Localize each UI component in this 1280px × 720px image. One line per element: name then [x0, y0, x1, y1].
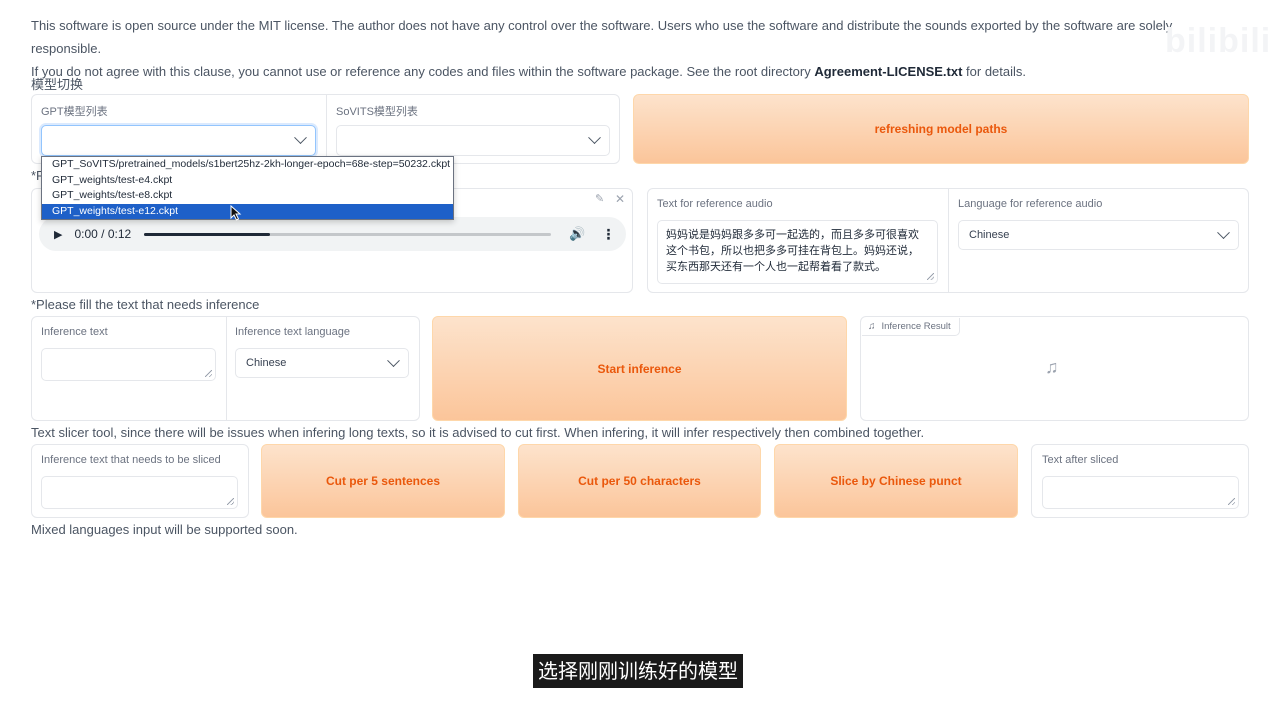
gpt-model-option[interactable]: GPT_weights/test-e8.ckpt	[42, 188, 453, 204]
slicer-section-label: Text slicer tool, since there will be is…	[31, 425, 925, 440]
chevron-down-icon	[588, 131, 601, 145]
reference-text-input[interactable]: 妈妈说是妈妈跟多多可一起选的，而且多多可很喜欢这个书包，所以也把多多可挂在背包上…	[657, 220, 938, 284]
gpt-model-select[interactable]	[41, 125, 316, 156]
inference-section-label: *Please fill the text that needs inferen…	[31, 297, 260, 312]
resize-handle[interactable]	[1228, 498, 1235, 505]
audio-time: 0:00 / 0:12	[74, 227, 132, 241]
chevron-down-icon	[387, 353, 400, 367]
sovits-model-select[interactable]	[336, 125, 610, 156]
chevron-down-icon	[1217, 225, 1230, 239]
inference-language-select[interactable]: Chinese	[235, 348, 409, 378]
edit-icon[interactable]: ✎	[595, 192, 604, 205]
more-options-icon[interactable]: ⋮	[601, 226, 615, 243]
reference-audio-player[interactable]: ▶ 0:00 / 0:12 🔊 ⋮	[39, 217, 626, 251]
reference-language-value: Chinese	[969, 229, 1010, 241]
reference-language-label: Language for reference audio	[958, 198, 1103, 210]
inference-text-label: Inference text	[41, 326, 108, 338]
play-icon[interactable]: ▶	[54, 228, 62, 241]
music-note-icon: ♫	[868, 321, 876, 332]
inference-result-tag: ♫ Inference Result	[862, 318, 960, 336]
cut-per-5-sentences-button[interactable]: Cut per 5 sentences	[261, 444, 505, 518]
gpt-model-label: GPT模型列表	[41, 106, 108, 118]
panel-divider	[226, 317, 227, 420]
audio-seek-bar[interactable]	[144, 232, 552, 236]
panel-divider	[948, 189, 949, 292]
slice-by-chinese-punct-button[interactable]: Slice by Chinese punct	[774, 444, 1018, 518]
volume-icon[interactable]: 🔊	[569, 226, 585, 242]
reference-text-value: 妈妈说是妈妈跟多多可一起选的，而且多多可很喜欢这个书包，所以也把多多可挂在背包上…	[666, 229, 919, 273]
inference-text-input[interactable]	[41, 348, 216, 381]
audio-progress-fill	[144, 232, 271, 236]
video-subtitle: 选择刚刚训练好的模型	[533, 654, 743, 688]
gpt-model-option[interactable]: GPT_SoVITS/pretrained_models/s1bert25hz-…	[42, 157, 453, 173]
reference-language-select[interactable]: Chinese	[958, 220, 1239, 250]
inference-language-value: Chinese	[246, 357, 287, 369]
audio-placeholder-icon: ♫	[1045, 357, 1059, 377]
reference-text-label: Text for reference audio	[657, 198, 773, 210]
sovits-model-label: SoVITS模型列表	[336, 106, 418, 118]
mixed-language-note: Mixed languages input will be supported …	[31, 522, 298, 537]
inference-language-label: Inference text language	[235, 326, 350, 338]
mouse-cursor-icon	[230, 205, 242, 221]
gpt-model-options: GPT_SoVITS/pretrained_models/s1bert25hz-…	[42, 157, 453, 219]
slicer-input-text[interactable]	[41, 476, 238, 509]
slicer-output-text[interactable]	[1042, 476, 1239, 509]
resize-handle[interactable]	[927, 273, 934, 280]
slicer-output-label: Text after sliced	[1042, 454, 1119, 466]
panel-divider	[326, 95, 327, 163]
chevron-down-icon	[294, 131, 307, 145]
license-file-name: Agreement-LICENSE.txt	[814, 64, 963, 79]
slicer-input-label: Inference text that needs to be sliced	[41, 454, 221, 466]
model-switch-label: 模型切换	[31, 77, 84, 92]
inference-result-label: Inference Result	[881, 321, 951, 332]
gpt-model-option[interactable]: GPT_weights/test-e4.ckpt	[42, 173, 453, 189]
refresh-model-paths-button[interactable]: refreshing model paths	[633, 94, 1249, 164]
license-line-2: If you do not agree with this clause, yo…	[31, 64, 1027, 79]
gpt-model-dropdown[interactable]: GPT_SoVITS/pretrained_models/s1bert25hz-…	[41, 156, 454, 220]
close-icon[interactable]: ✕	[615, 192, 625, 206]
gpt-model-option[interactable]: GPT_weights/test-e12.ckpt	[42, 203, 453, 219]
license-line-1: This software is open source under the M…	[31, 18, 1173, 56]
start-inference-button[interactable]: Start inference	[432, 316, 847, 421]
resize-handle[interactable]	[205, 370, 212, 377]
resize-handle[interactable]	[227, 498, 234, 505]
bilibili-watermark-logo: bilibili	[1165, 22, 1272, 60]
cut-per-50-characters-button[interactable]: Cut per 50 characters	[518, 444, 761, 518]
license-notice: This software is open source under the M…	[31, 14, 1211, 83]
